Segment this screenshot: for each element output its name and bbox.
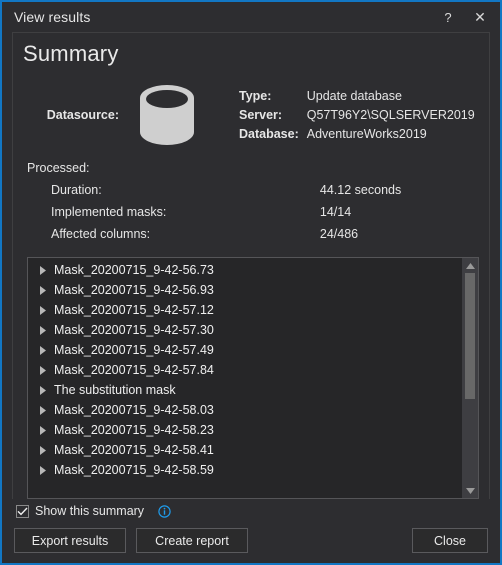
help-button[interactable]: ? bbox=[432, 4, 464, 30]
expander-triangle-icon[interactable] bbox=[36, 346, 50, 355]
database-cylinder-icon bbox=[125, 82, 209, 148]
mask-list-item[interactable]: Mask_20200715_9-42-57.84 bbox=[28, 360, 462, 380]
mask-list-item[interactable]: Mask_20200715_9-42-58.41 bbox=[28, 440, 462, 460]
stat-implemented-masks: Implemented masks: 14/14 bbox=[51, 201, 489, 223]
expander-triangle-icon[interactable] bbox=[36, 366, 50, 375]
mask-list-scrollbar[interactable] bbox=[462, 258, 478, 498]
mask-list[interactable]: Mask_20200715_9-42-56.73 Mask_20200715_9-… bbox=[27, 257, 479, 499]
expander-triangle-icon[interactable] bbox=[36, 326, 50, 335]
close-icon-button[interactable]: ✕ bbox=[464, 4, 496, 30]
datasource-database-value: AdventureWorks2019 bbox=[307, 125, 475, 144]
content-panel: Summary Datasource: Type: Update databas… bbox=[12, 32, 490, 499]
create-report-button[interactable]: Create report bbox=[136, 528, 248, 553]
mask-list-items[interactable]: Mask_20200715_9-42-56.73 Mask_20200715_9-… bbox=[28, 258, 462, 498]
mask-list-item[interactable]: Mask_20200715_9-42-57.12 bbox=[28, 300, 462, 320]
mask-list-item[interactable]: Mask_20200715_9-42-57.30 bbox=[28, 320, 462, 340]
footer-buttons: Export results Create report Close bbox=[12, 523, 490, 563]
expander-triangle-icon[interactable] bbox=[36, 406, 50, 415]
datasource-type-key: Type: bbox=[239, 87, 307, 106]
window-title: View results bbox=[14, 9, 432, 25]
datasource-field-database: Database: AdventureWorks2019 bbox=[239, 125, 475, 144]
expander-triangle-icon[interactable] bbox=[36, 386, 50, 395]
info-circle-icon[interactable] bbox=[158, 505, 171, 518]
view-results-dialog: View results ? ✕ Summary Datasource: Typ… bbox=[0, 0, 502, 565]
datasource-field-server: Server: Q57T96Y2\SQLSERVER2019 bbox=[239, 106, 475, 125]
stat-implemented-masks-key: Implemented masks: bbox=[51, 201, 320, 223]
mask-list-item-label: The substitution mask bbox=[50, 383, 176, 397]
show-summary-row[interactable]: Show this summary bbox=[12, 499, 490, 523]
show-summary-label: Show this summary bbox=[35, 504, 144, 518]
footer: Show this summary Export results Create … bbox=[2, 499, 500, 563]
mask-list-item-label: Mask_20200715_9-42-56.73 bbox=[50, 263, 214, 277]
mask-list-item[interactable]: Mask_20200715_9-42-56.93 bbox=[28, 280, 462, 300]
mask-list-item[interactable]: Mask_20200715_9-42-57.49 bbox=[28, 340, 462, 360]
datasource-database-key: Database: bbox=[239, 125, 307, 144]
stat-duration: Duration: 44.12 seconds bbox=[51, 179, 489, 201]
mask-list-item-label: Mask_20200715_9-42-58.23 bbox=[50, 423, 214, 437]
titlebar: View results ? ✕ bbox=[2, 2, 500, 32]
stat-duration-value: 44.12 seconds bbox=[320, 179, 489, 201]
expander-triangle-icon[interactable] bbox=[36, 446, 50, 455]
datasource-server-value: Q57T96Y2\SQLSERVER2019 bbox=[307, 106, 475, 125]
mask-list-item-label: Mask_20200715_9-42-57.49 bbox=[50, 343, 214, 357]
processed-stats: Duration: 44.12 seconds Implemented mask… bbox=[51, 179, 489, 245]
scroll-down-icon[interactable] bbox=[462, 483, 478, 498]
datasource-field-type: Type: Update database bbox=[239, 87, 475, 106]
expander-triangle-icon[interactable] bbox=[36, 426, 50, 435]
page-title: Summary bbox=[13, 33, 489, 67]
scrollbar-track[interactable] bbox=[462, 273, 478, 483]
datasource-type-value: Update database bbox=[307, 87, 475, 106]
expander-triangle-icon[interactable] bbox=[36, 266, 50, 275]
stat-affected-columns-key: Affected columns: bbox=[51, 223, 320, 245]
mask-list-item[interactable]: Mask_20200715_9-42-56.73 bbox=[28, 260, 462, 280]
close-button[interactable]: Close bbox=[412, 528, 488, 553]
processed-label: Processed: bbox=[13, 153, 489, 179]
mask-list-item-label: Mask_20200715_9-42-58.03 bbox=[50, 403, 214, 417]
datasource-details: Type: Update database Server: Q57T96Y2\S… bbox=[239, 87, 475, 144]
mask-list-item[interactable]: Mask_20200715_9-42-58.59 bbox=[28, 460, 462, 480]
scrollbar-thumb[interactable] bbox=[465, 273, 475, 399]
mask-list-item[interactable]: The substitution mask bbox=[28, 380, 462, 400]
datasource-label: Datasource: bbox=[13, 108, 125, 122]
datasource-section: Datasource: Type: Update database Server… bbox=[13, 67, 489, 153]
mask-list-item-label: Mask_20200715_9-42-57.12 bbox=[50, 303, 214, 317]
export-results-button[interactable]: Export results bbox=[14, 528, 126, 553]
expander-triangle-icon[interactable] bbox=[36, 286, 50, 295]
show-summary-checkbox[interactable] bbox=[16, 505, 29, 518]
datasource-server-key: Server: bbox=[239, 106, 307, 125]
mask-list-item-label: Mask_20200715_9-42-58.59 bbox=[50, 463, 214, 477]
scroll-up-icon[interactable] bbox=[462, 258, 478, 273]
mask-list-item-label: Mask_20200715_9-42-57.30 bbox=[50, 323, 214, 337]
mask-list-item-label: Mask_20200715_9-42-56.93 bbox=[50, 283, 214, 297]
mask-list-item-label: Mask_20200715_9-42-58.41 bbox=[50, 443, 214, 457]
mask-list-item[interactable]: Mask_20200715_9-42-58.23 bbox=[28, 420, 462, 440]
expander-triangle-icon[interactable] bbox=[36, 466, 50, 475]
stat-duration-key: Duration: bbox=[51, 179, 320, 201]
mask-list-item[interactable]: Mask_20200715_9-42-58.03 bbox=[28, 400, 462, 420]
stat-affected-columns-value: 24/486 bbox=[320, 223, 489, 245]
stat-affected-columns: Affected columns: 24/486 bbox=[51, 223, 489, 245]
stat-implemented-masks-value: 14/14 bbox=[320, 201, 489, 223]
expander-triangle-icon[interactable] bbox=[36, 306, 50, 315]
mask-list-item-label: Mask_20200715_9-42-57.84 bbox=[50, 363, 214, 377]
